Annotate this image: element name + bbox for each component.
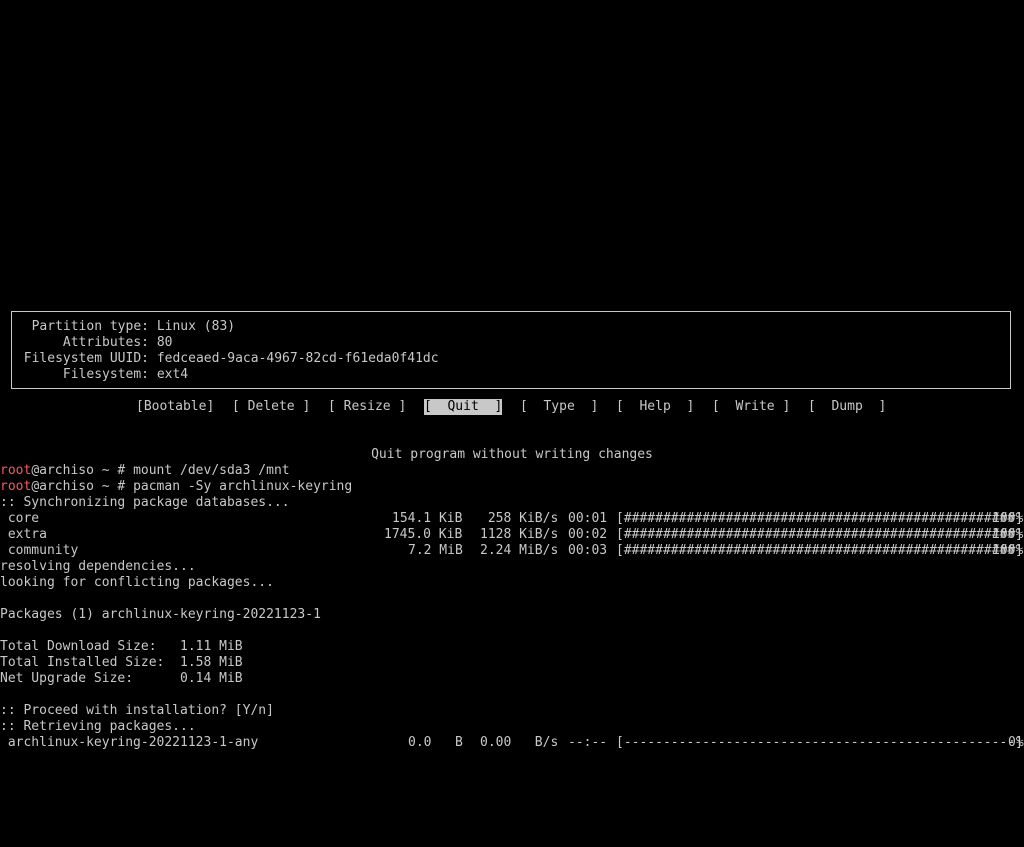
download-package-name: archlinux-keyring-20221123-1-any	[0, 735, 259, 750]
repo-row-extra: extra 1745.0 KiB 1128 KiB/s 00:02 [#####…	[0, 527, 1024, 543]
download-progress-bar: [---------------------------------------…	[616, 735, 1023, 750]
repo-progress-bar: [#######################################…	[616, 527, 1023, 542]
menu-quit[interactable]: [ Quit ]	[424, 399, 503, 415]
repo-progress-bar: [#######################################…	[616, 511, 1023, 526]
repo-size: 154.1 KiB	[392, 511, 463, 526]
filesystem-key: Filesystem:	[62, 367, 149, 382]
download-rate: 0.00 B/s	[480, 735, 559, 750]
menu-type[interactable]: [ Type ]	[520, 399, 598, 415]
terminal-line-pacman: root@archiso ~ # pacman -Sy archlinux-ke…	[0, 479, 352, 495]
attributes-value: 80	[156, 335, 173, 350]
command-text: pacman -Sy archlinux-keyring	[133, 479, 353, 494]
attributes-key: Attributes:	[62, 335, 149, 350]
repo-rate: 258 KiB/s	[480, 511, 559, 526]
partition-type-value: Linux (83)	[156, 319, 236, 334]
filesystem-uuid-key: Filesystem UUID:	[23, 351, 149, 366]
repo-percent: 100%	[992, 543, 1024, 558]
repo-size: 7.2 MiB	[408, 543, 463, 558]
terminal-line-net-upgrade: Net Upgrade Size: 0.14 MiB	[0, 671, 243, 686]
menu-bootable[interactable]: [Bootable]	[136, 399, 214, 415]
repo-size: 1745.0 KiB	[384, 527, 463, 542]
partition-info-panel: Partition type: Linux (83) Attributes: 8…	[11, 311, 1011, 389]
prompt-user: root	[0, 463, 32, 478]
repo-row-core: core 154.1 KiB 258 KiB/s 00:01 [########…	[0, 511, 1024, 527]
download-size: 0.0 B	[408, 735, 463, 750]
repo-time: 00:02	[568, 527, 608, 542]
terminal-line-total-download: Total Download Size: 1.11 MiB	[0, 639, 243, 654]
terminal-line-conflicts: looking for conflicting packages...	[0, 575, 274, 590]
terminal-line-retrieving: :: Retrieving packages...	[0, 719, 196, 734]
repo-percent: 100%	[992, 511, 1024, 526]
terminal-line-packages: Packages (1) archlinux-keyring-20221123-…	[0, 607, 321, 622]
menu-delete[interactable]: [ Delete ]	[232, 399, 310, 415]
prompt-user: root	[0, 479, 32, 494]
repo-rate: 2.24 MiB/s	[480, 543, 559, 558]
repo-name: community	[0, 543, 79, 558]
partition-type-key: Partition type:	[31, 319, 149, 334]
repo-time: 00:01	[568, 511, 608, 526]
command-text: mount /dev/sda3 /mnt	[133, 463, 290, 478]
repo-progress-bar: [#######################################…	[616, 543, 1023, 558]
terminal-line-proceed: :: Proceed with installation? [Y/n]	[0, 703, 274, 718]
repo-rate: 1128 KiB/s	[480, 527, 559, 542]
download-percent: 0%	[1008, 735, 1024, 750]
prompt-host: @archiso ~ #	[31, 479, 134, 494]
terminal-line-total-installed: Total Installed Size: 1.58 MiB	[0, 655, 243, 670]
repo-name: extra	[0, 527, 47, 542]
repo-row-community: community 7.2 MiB 2.24 MiB/s 00:03 [####…	[0, 543, 1024, 559]
repo-percent: 100%	[992, 527, 1024, 542]
status-message: Quit program without writing changes	[371, 447, 653, 462]
terminal-line-sync: :: Synchronizing package databases...	[0, 495, 290, 510]
filesystem-uuid-row: Filesystem UUID: fedceaed-9aca-4967-82cd…	[12, 351, 439, 367]
repo-name: core	[0, 511, 40, 526]
filesystem-row: Filesystem: ext4	[12, 367, 188, 383]
download-row-keyring: archlinux-keyring-20221123-1-any 0.0 B 0…	[0, 735, 1024, 751]
menu-resize[interactable]: [ Resize ]	[328, 399, 406, 415]
attributes-row: Attributes: 80	[12, 335, 173, 351]
repo-time: 00:03	[568, 543, 608, 558]
terminal-line-mount: root@archiso ~ # mount /dev/sda3 /mnt	[0, 463, 290, 479]
partition-type-row: Partition type: Linux (83)	[12, 319, 236, 335]
menu-write[interactable]: [ Write ]	[712, 399, 790, 415]
menu-dump[interactable]: [ Dump ]	[808, 399, 886, 415]
prompt-host: @archiso ~ #	[31, 463, 134, 478]
filesystem-uuid-value: fedceaed-9aca-4967-82cd-f61eda0f41dc	[156, 351, 439, 366]
download-time: --:--	[568, 735, 608, 750]
filesystem-value: ext4	[156, 367, 189, 382]
terminal-line-resolving: resolving dependencies...	[0, 559, 196, 574]
menu-help[interactable]: [ Help ]	[616, 399, 694, 415]
